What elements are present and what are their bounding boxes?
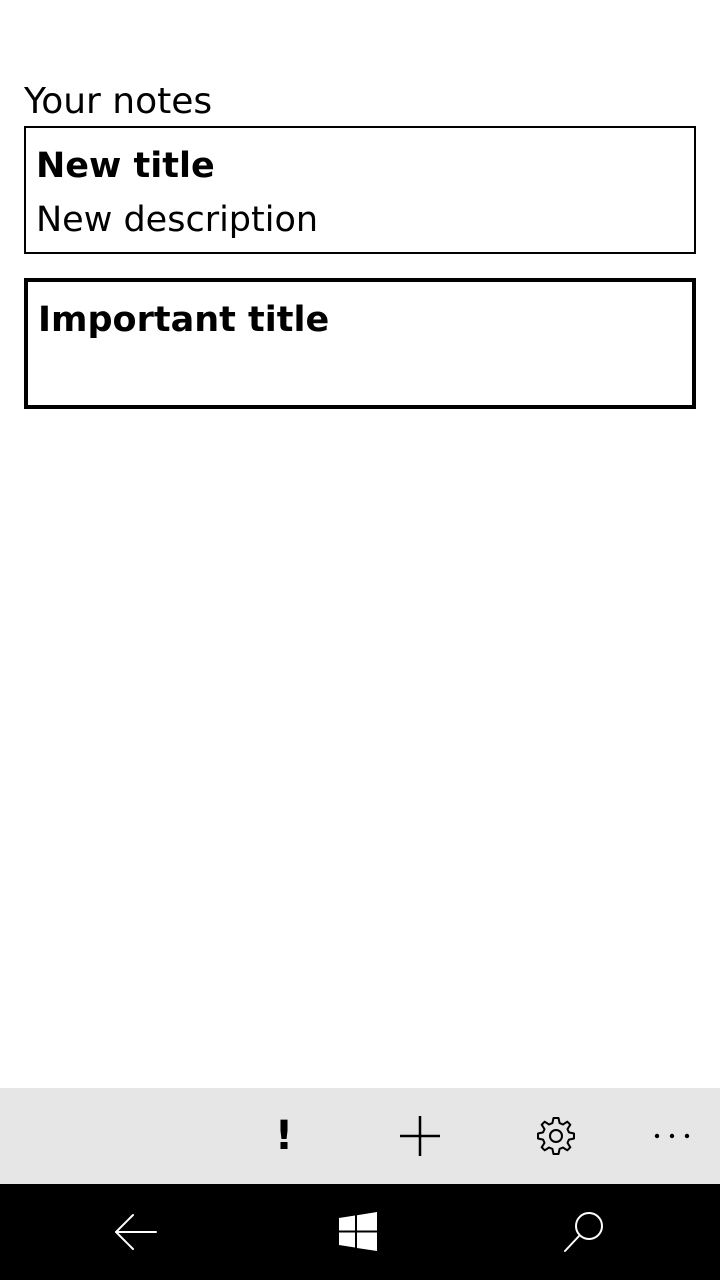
search-icon bbox=[564, 1212, 603, 1252]
page-title: Your notes bbox=[24, 81, 213, 122]
notes-screen: Your notes New title New description Imp… bbox=[0, 0, 720, 1280]
windows-home-button[interactable] bbox=[298, 1184, 418, 1280]
add-icon bbox=[400, 1116, 440, 1156]
settings-button[interactable] bbox=[508, 1088, 604, 1184]
back-arrow-icon bbox=[115, 1214, 157, 1250]
app-bar: ! bbox=[0, 1088, 720, 1184]
more-icon bbox=[654, 1133, 690, 1139]
note-description: New description bbox=[36, 200, 319, 240]
search-button[interactable] bbox=[524, 1184, 644, 1280]
note-title: Important title bbox=[38, 300, 330, 340]
gear-icon bbox=[537, 1117, 575, 1155]
exclamation-icon: ! bbox=[274, 1113, 294, 1159]
more-button[interactable] bbox=[624, 1088, 720, 1184]
windows-icon bbox=[339, 1212, 377, 1251]
back-button[interactable] bbox=[76, 1184, 196, 1280]
mark-important-button[interactable]: ! bbox=[236, 1088, 332, 1184]
system-nav-bar bbox=[0, 1184, 720, 1280]
note-title: New title bbox=[36, 146, 215, 186]
note-card[interactable]: New title New description bbox=[24, 126, 696, 254]
note-card-important[interactable]: Important title bbox=[24, 278, 696, 409]
add-note-button[interactable] bbox=[372, 1088, 468, 1184]
